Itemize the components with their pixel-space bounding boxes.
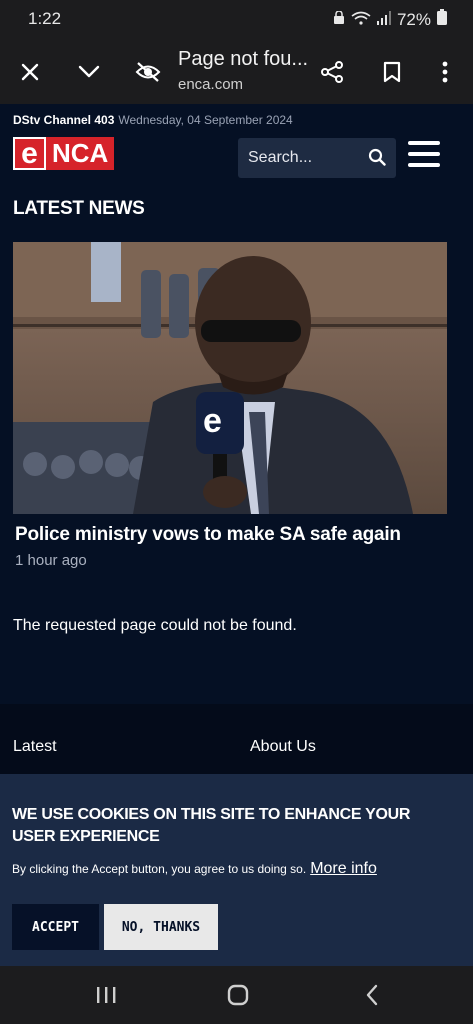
enca-logo[interactable]: e NCA (13, 137, 115, 170)
system-nav-bar (0, 966, 473, 1024)
page-title: Page not fou... (178, 48, 309, 70)
footer: Latest About Us (0, 704, 473, 774)
status-time: 1:22 (28, 9, 62, 28)
article-time: 1 hour ago (15, 552, 87, 569)
browser-toolbar: Page not fou... enca.com (0, 40, 473, 104)
logo-text: NCA (46, 137, 115, 170)
channel-info: DStv Channel 403 Wednesday, 04 September … (13, 113, 293, 127)
page-url[interactable]: enca.com (178, 76, 243, 93)
article-image[interactable]: e (13, 242, 447, 514)
logo-e: e (13, 137, 46, 170)
not-found-message: The requested page could not be found. (13, 617, 297, 634)
footer-link-latest[interactable]: Latest (13, 738, 57, 756)
search-input[interactable]: Search... (238, 138, 396, 178)
accept-button[interactable]: ACCEPT (12, 904, 99, 950)
footer-link-about[interactable]: About Us (250, 738, 316, 756)
share-icon[interactable] (312, 52, 352, 92)
battery-icon (437, 9, 447, 30)
cookie-banner: WE USE COOKIES ON THIS SITE TO ENHANCE Y… (0, 774, 473, 966)
home-icon[interactable] (218, 980, 258, 1010)
search-icon[interactable] (368, 148, 386, 171)
wifi-icon (351, 10, 371, 30)
more-vert-icon[interactable] (425, 52, 465, 92)
bookmark-icon[interactable] (372, 52, 412, 92)
site-content: DStv Channel 403 Wednesday, 04 September … (0, 104, 473, 704)
lock-icon (333, 9, 345, 30)
search-placeholder: Search... (248, 149, 313, 166)
more-info-link[interactable]: More info (310, 860, 377, 877)
close-icon[interactable] (10, 52, 50, 92)
section-title: LATEST NEWS (13, 198, 145, 219)
chevron-down-icon[interactable] (69, 52, 109, 92)
eye-off-icon[interactable] (128, 52, 168, 92)
battery-percent: 72% (396, 9, 431, 29)
channel-name: DStv Channel 403 (13, 113, 115, 127)
status-bar: 1:22 72% (0, 0, 473, 40)
menu-icon[interactable] (408, 141, 440, 171)
back-icon[interactable] (352, 980, 392, 1010)
cookie-title: WE USE COOKIES ON THIS SITE TO ENHANCE Y… (12, 806, 411, 845)
signal-icon (376, 10, 391, 30)
article-headline[interactable]: Police ministry vows to make SA safe aga… (15, 524, 401, 546)
current-date: Wednesday, 04 September 2024 (118, 113, 293, 127)
recents-icon[interactable] (86, 980, 126, 1010)
svg-text:e: e (203, 402, 222, 440)
cookie-text: By clicking the Accept button, you agree… (12, 862, 307, 876)
cookie-message: By clicking the Accept button, you agree… (12, 860, 377, 878)
decline-button[interactable]: NO, THANKS (104, 904, 218, 950)
